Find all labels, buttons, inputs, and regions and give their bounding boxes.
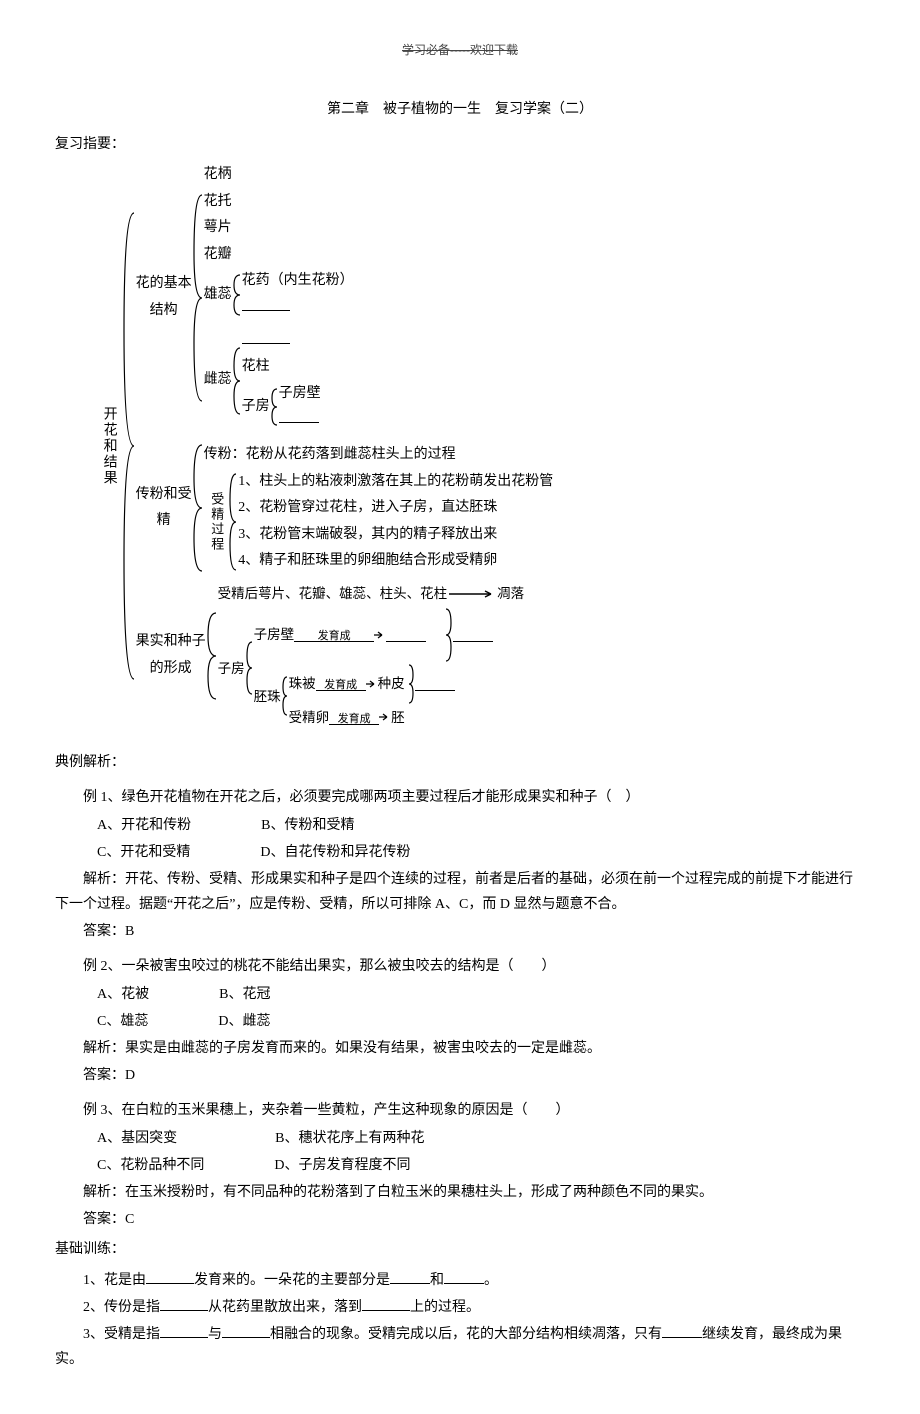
ex3-options-ab: A、基因突变 B、穗状花序上有两种花 <box>55 1126 865 1151</box>
ex2-options-cd: C、雄蕊 D、雌蕊 <box>55 1009 865 1034</box>
embryo-label: 胚 <box>391 705 405 731</box>
ex3-question: 例 3、在白粒的玉米果穗上，夹杂着一些黄粒，产生这种现象的原因是（ ） <box>55 1098 865 1123</box>
blank-ovule <box>279 408 319 423</box>
blank-t1-2 <box>390 1269 430 1284</box>
blank-t2-1 <box>160 1296 208 1311</box>
root-label: 开花和结果 <box>95 406 122 486</box>
blank-stigma <box>242 329 290 344</box>
fert-step-4: 4、精子和胚珠里的卵细胞结合形成受精卵 <box>238 548 553 575</box>
pistil-label: 雌蕊 <box>204 367 232 394</box>
pollination-def: 传粉：花粉从花药落到雌蕊柱头上的过程 <box>204 442 628 469</box>
ex1-question: 例 1、绿色开花植物在开花之后，必须要完成哪两项主要过程后才能形成果实和种子（ … <box>55 785 865 810</box>
ovary-wall-label: 子房壁 <box>279 381 321 408</box>
blank-pericarp <box>386 627 426 642</box>
pollination-fert-label: 传粉和受精 <box>136 482 192 535</box>
ovary-label-2: 子房 <box>218 656 245 682</box>
flower-structure-label: 花的基本结构 <box>136 271 192 324</box>
ovary-wall-2: 子房壁 <box>254 622 295 648</box>
ex1-analysis: 解析：开花、传粉、受精、形成果实和种子是四个连续的过程，前者是后者的基础，必须在… <box>55 867 865 917</box>
blank-fruit <box>453 627 493 642</box>
section-examples-label: 典例解析： <box>55 750 865 775</box>
part-petal: 花瓣 <box>204 242 354 269</box>
blank-t3-2 <box>222 1323 270 1338</box>
blank-seed <box>415 676 455 691</box>
ex3-analysis: 解析：在玉米授粉时，有不同品种的花粉落到了白粒玉米的果穗柱头上，形成了两种颜色不… <box>55 1180 865 1205</box>
ex3-answer: 答案：C <box>55 1207 865 1232</box>
ex2-options-ab: A、花被 B、花冠 <box>55 982 865 1007</box>
wither-post: 凋落 <box>497 581 524 607</box>
ex2-question: 例 2、一朵被害虫咬过的桃花不能结出果实，那么被虫咬去的结构是（ ） <box>55 954 865 979</box>
fert-step-3: 3、花粉管末端破裂，其内的精子释放出来 <box>238 522 553 549</box>
blank-t3-3 <box>662 1323 702 1338</box>
blank-t1-1 <box>146 1269 194 1284</box>
ovary-label: 子房 <box>242 394 270 421</box>
integument-label: 珠被 <box>289 671 316 697</box>
anther-label: 花药（内生花粉） <box>242 268 354 295</box>
chapter-title: 第二章 被子植物的一生 复习学案（二） <box>55 97 865 122</box>
training-q2: 2、传份是指从花药里散放出来，落到上的过程。 <box>55 1295 865 1320</box>
training-q3: 3、受精是指与相融合的现象。受精完成以后，花的大部分结构相续凋落，只有继续发育，… <box>55 1322 865 1372</box>
ex2-analysis: 解析：果实是由雌蕊的子房发育而来的。如果没有结果，被害虫咬去的一定是雌蕊。 <box>55 1036 865 1061</box>
concept-diagram: 开花和结果 花的基本结构 花柄 花托 萼片 花瓣 雄蕊 花药（内生花粉） <box>95 162 865 730</box>
header-strike: 学习必备-----欢迎下载 <box>55 40 865 62</box>
blank-filament <box>242 296 290 311</box>
part-pedicel: 花柄 <box>204 162 354 189</box>
fruit-seed-label: 果实和种子的形成 <box>136 629 206 682</box>
section-review-label: 复习指要： <box>55 132 865 157</box>
seedcoat-label: 种皮 <box>378 671 405 697</box>
fert-proc-label: 受精过程 <box>204 492 229 552</box>
training-q1: 1、花是由发育来的。一朵花的主要部分是和。 <box>55 1268 865 1293</box>
ex1-options-cd: C、开花和受精 D、自花传粉和异花传粉 <box>55 840 865 865</box>
wither-pre: 受精后萼片、花瓣、雄蕊、柱头、花柱 <box>218 581 448 607</box>
style-label: 花柱 <box>242 354 321 381</box>
fert-step-2: 2、花粉管穿过花柱，进入子房，直达胚珠 <box>238 495 553 522</box>
ex2-answer: 答案：D <box>55 1063 865 1088</box>
blank-t1-3 <box>444 1269 484 1284</box>
fert-step-1: 1、柱头上的粘液刺激落在其上的花粉萌发出花粉管 <box>238 469 553 496</box>
part-receptacle: 花托 <box>204 189 354 216</box>
ex1-answer: 答案：B <box>55 919 865 944</box>
stamen-label: 雄蕊 <box>204 282 232 309</box>
zygote-label: 受精卵 <box>289 705 330 731</box>
ex1-options-ab: A、开花和传粉 B、传粉和受精 <box>55 813 865 838</box>
ovule-label: 胚珠 <box>254 684 281 710</box>
blank-t3-1 <box>160 1323 208 1338</box>
ex3-options-cd: C、花粉品种不同 D、子房发育程度不同 <box>55 1153 865 1178</box>
part-sepal: 萼片 <box>204 215 354 242</box>
section-training-label: 基础训练： <box>55 1237 865 1262</box>
blank-t2-2 <box>362 1296 410 1311</box>
